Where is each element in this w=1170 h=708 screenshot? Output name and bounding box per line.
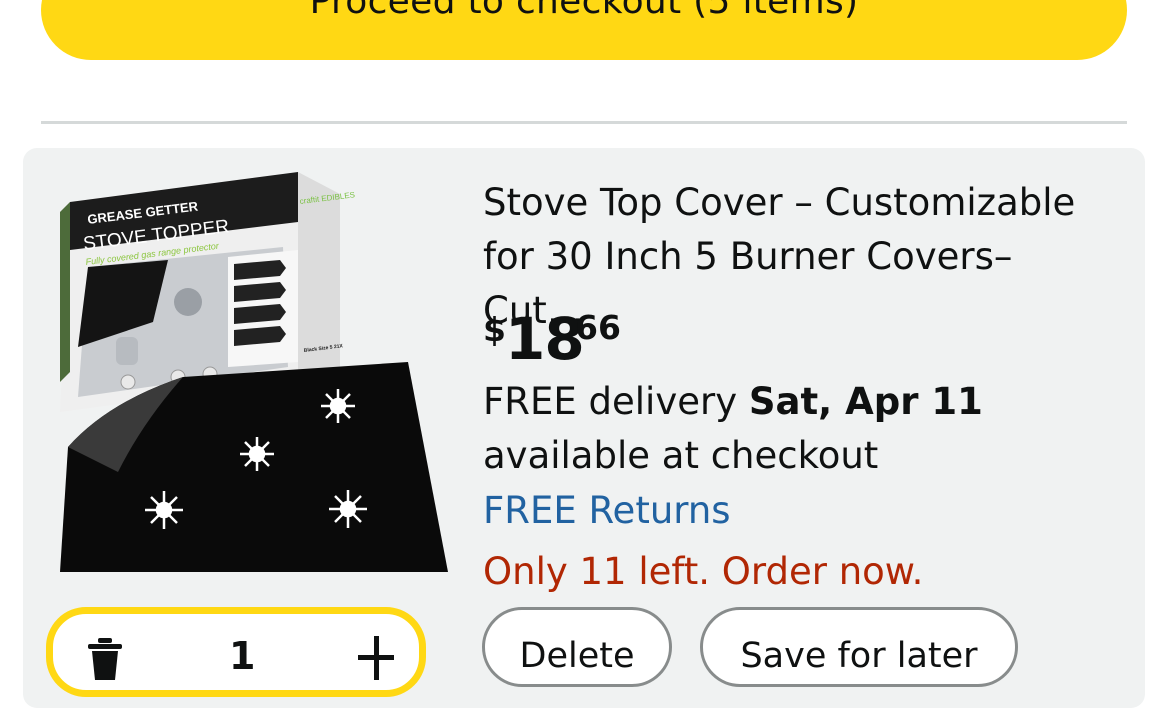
delivery-prefix: FREE delivery: [483, 380, 749, 423]
price-whole: 18: [505, 305, 585, 373]
free-returns-link[interactable]: FREE Returns: [483, 484, 731, 538]
delete-button[interactable]: Delete: [482, 607, 672, 687]
plus-icon[interactable]: [358, 636, 394, 680]
product-image[interactable]: GREASE GETTER STOVE TOPPER Fully covered…: [48, 172, 452, 582]
price-fraction: 66: [575, 308, 621, 347]
trash-icon[interactable]: [85, 636, 125, 680]
quantity-stepper: 1: [46, 607, 426, 697]
delivery-date: Sat, Apr 11: [748, 380, 983, 423]
quantity-value: 1: [229, 634, 256, 678]
divider: [41, 121, 1127, 124]
delivery-info: FREE delivery Sat, Apr 11 available at c…: [483, 375, 1133, 483]
proceed-to-checkout-button[interactable]: Proceed to checkout (5 items): [41, 0, 1127, 60]
stock-warning: Only 11 left. Order now.: [483, 550, 924, 593]
delivery-suffix: available at checkout: [483, 434, 879, 477]
save-for-later-button[interactable]: Save for later: [700, 607, 1018, 687]
price-currency-symbol: $: [483, 310, 506, 349]
